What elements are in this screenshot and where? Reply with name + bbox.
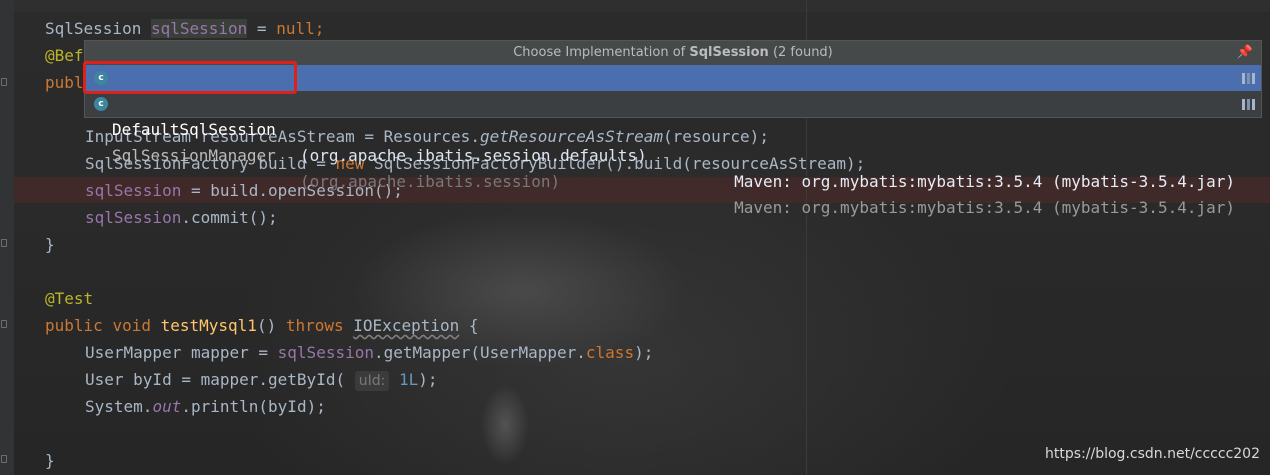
popup-title-class: SqlSession xyxy=(689,45,769,60)
implementation-package: (org.apache.ibatis.session) xyxy=(300,172,561,191)
code-token: () xyxy=(256,316,286,335)
code-token: null xyxy=(276,19,315,38)
code-line-2: @Bef xyxy=(45,46,84,65)
code-token: .println(byId); xyxy=(181,397,326,416)
editor-top-strip xyxy=(0,0,1270,12)
code-token: User byId = mapper.getById( xyxy=(85,370,346,389)
code-token: class xyxy=(585,343,635,362)
library-icon xyxy=(1242,73,1255,84)
fold-marker-icon[interactable] xyxy=(1,455,7,463)
code-token: .commit(); xyxy=(181,208,278,227)
code-token: UserMapper mapper = xyxy=(85,343,278,362)
code-line-8: sqlSession.commit(); xyxy=(45,204,278,231)
code-token: sqlSession xyxy=(277,343,374,362)
fold-marker-icon[interactable] xyxy=(1,78,7,86)
fold-marker-icon[interactable] xyxy=(1,320,7,328)
class-icon: c xyxy=(94,97,108,111)
code-token: void xyxy=(112,316,151,335)
implementation-source: Maven: org.mybatis:mybatis:3.5.4 (mybati… xyxy=(734,198,1235,217)
code-token: .getMapper(UserMapper. xyxy=(373,343,586,362)
code-line-14: User byId = mapper.getById( uId: 1L); xyxy=(45,366,438,393)
popup-title-prefix: Choose Implementation of xyxy=(513,45,690,60)
code-token: 1L xyxy=(398,370,419,389)
implementation-name: SqlSessionManager xyxy=(112,146,276,165)
highlight-box xyxy=(83,61,297,94)
code-token: ; xyxy=(314,19,325,38)
parameter-hint: uId: xyxy=(354,371,390,391)
library-icon xyxy=(1242,99,1255,110)
pin-icon[interactable]: 📌 xyxy=(1237,41,1253,65)
code-token: ); xyxy=(634,343,654,362)
code-token: System. xyxy=(85,397,153,416)
code-token: sqlSession xyxy=(150,19,248,38)
method-name: testMysql1 xyxy=(160,316,257,335)
code-token: SqlSession xyxy=(45,19,142,38)
implementation-item-sqlsessionmanager[interactable]: c SqlSessionManager (org.apache.ibatis.s… xyxy=(85,91,1261,217)
code-line-17: } xyxy=(45,451,55,470)
code-line-15: System.out.println(byId); xyxy=(45,393,326,420)
implementation-name: DefaultSqlSession xyxy=(112,120,276,139)
code-token: public xyxy=(45,316,103,335)
editor-gutter[interactable] xyxy=(0,0,14,475)
code-line-3: publ xyxy=(45,73,84,92)
implementation-package: (org.apache.ibatis.session.defaults) xyxy=(300,146,647,165)
implementation-source: Maven: org.mybatis:mybatis:3.5.4 (mybati… xyxy=(734,172,1235,191)
code-token: throws xyxy=(285,316,344,335)
code-line-1: SqlSession sqlSession = null; xyxy=(45,15,324,42)
warning-token[interactable]: IOException xyxy=(353,316,459,335)
background-figure xyxy=(470,365,540,475)
code-token: out xyxy=(152,397,182,416)
code-token: = xyxy=(247,19,277,38)
code-line-11: @Test xyxy=(45,289,94,308)
code-token: (resource); xyxy=(662,127,769,146)
popup-title-count: (2 found) xyxy=(768,45,833,60)
fold-marker-icon[interactable] xyxy=(1,239,7,247)
code-line-12: public void testMysql1() throws IOExcept… xyxy=(45,312,479,339)
watermark: https://blog.csdn.net/ccccc202 xyxy=(1045,446,1260,462)
code-token: { xyxy=(459,316,479,335)
code-line-13: UserMapper mapper = sqlSession.getMapper… xyxy=(45,339,653,366)
code-line-9: } xyxy=(45,235,55,254)
code-token: ); xyxy=(418,370,438,389)
